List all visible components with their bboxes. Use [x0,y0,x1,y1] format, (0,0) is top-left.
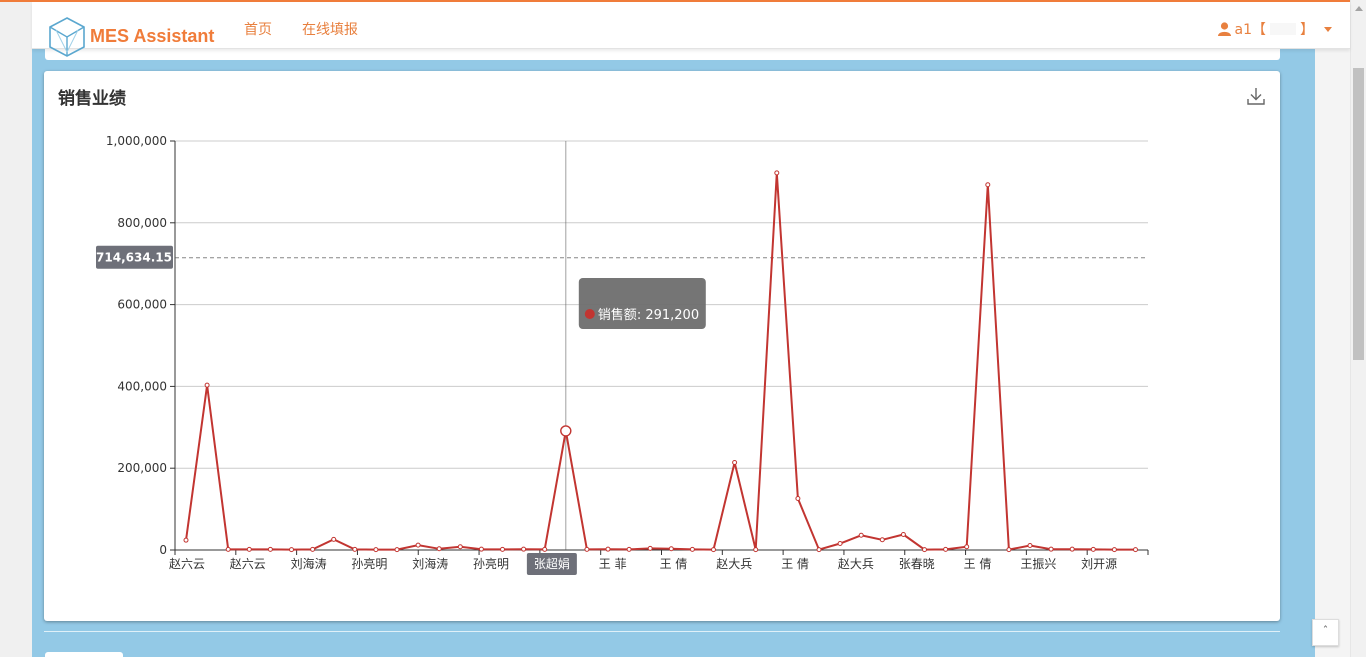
data-point[interactable] [816,547,822,553]
data-point[interactable] [732,459,738,465]
x-tick-label: 王 菲 [599,557,627,571]
x-tick-label: 赵六云 [169,557,205,571]
tooltip-series-marker [584,309,595,319]
data-point[interactable] [1111,547,1117,553]
y-axis-pointer-label: 714,634.15 [96,251,172,265]
data-point[interactable] [225,546,231,552]
series-line-sales [185,172,1136,551]
data-point[interactable] [457,544,463,550]
data-point[interactable] [774,170,780,176]
data-point[interactable] [647,545,653,551]
brand-name[interactable]: MES Assistant [90,26,214,47]
data-point[interactable] [478,546,484,552]
data-point[interactable] [711,547,716,553]
data-point[interactable] [584,546,590,552]
sales-line-chart[interactable]: 1,000,000800,000600,000400,000200,0000赵六… [44,71,1280,621]
download-icon[interactable] [1246,86,1266,106]
x-tick-label: 王 倩 [964,557,992,571]
data-point[interactable] [985,182,991,188]
data-point[interactable] [1027,543,1033,549]
scroll-up-arrow-icon[interactable] [1355,6,1363,11]
data-point[interactable] [943,546,949,552]
nav-link-home[interactable]: 首页 [244,19,272,39]
y-tick-label: 0 [159,543,167,557]
nav-link-online-report[interactable]: 在线填报 [302,19,358,39]
data-point[interactable] [542,546,548,552]
next-panel-top [45,652,123,657]
x-tick-label: 刘海涛 [412,556,448,571]
data-point[interactable] [837,540,843,546]
cube-logo-icon [49,17,85,57]
x-axis-pointer-label: 张超娟 [534,556,570,571]
user-name-masked [1270,23,1296,35]
previous-panel-bottom [45,49,1280,60]
x-tick-label: 赵大兵 [716,557,752,571]
data-point[interactable] [626,546,632,552]
y-tick-label: 200,000 [117,461,167,475]
x-tick-label: 刘海涛 [291,556,327,571]
y-tick-label: 1,000,000 [106,134,167,148]
data-point[interactable] [668,546,674,552]
data-point[interactable] [1006,547,1012,553]
tooltip-series-name: 销售额 [598,307,637,323]
y-tick-label: 800,000 [117,216,167,230]
page-scrollbar[interactable] [1350,0,1366,657]
data-point[interactable] [394,547,400,553]
data-point[interactable] [560,425,572,437]
data-point[interactable] [1069,546,1075,552]
data-point[interactable] [964,544,970,550]
scroll-thumb[interactable] [1353,68,1364,360]
tooltip-text: 销售额: 291,200 [598,307,699,323]
panel-title: 销售业绩 [58,89,126,109]
data-point[interactable] [922,547,927,553]
x-tick-label: 刘开源 [1081,557,1117,571]
data-point[interactable] [267,546,273,552]
data-point[interactable] [436,546,442,552]
x-tick-label: 王振兴 [1020,557,1056,571]
data-point[interactable] [753,547,759,553]
data-point[interactable] [1090,546,1096,552]
user-icon [1217,22,1231,36]
data-point[interactable] [373,547,379,553]
data-point[interactable] [1048,546,1054,552]
data-point[interactable] [1133,547,1138,553]
back-to-top-button[interactable]: ˆ [1312,619,1339,646]
x-tick-label: 孙亮明 [473,556,509,571]
user-name: a1【 [1234,22,1267,38]
x-tick-label: 王 倩 [781,557,809,571]
x-tick-label: 王 倩 [660,557,688,571]
x-tick-label: 孙亮明 [351,556,387,571]
x-tick-label: 赵大兵 [838,557,874,571]
user-name-suffix: 】 [1300,22,1314,38]
data-point[interactable] [331,536,337,542]
data-point[interactable] [246,546,252,552]
data-point[interactable] [204,382,210,388]
top-navbar: MES Assistant 首页 在线填报 a1【 】 [32,2,1350,57]
chevron-down-icon [1324,26,1332,32]
data-point[interactable] [900,531,906,537]
data-point[interactable] [310,546,316,552]
data-point[interactable] [289,547,294,553]
data-point[interactable] [415,542,421,548]
data-point[interactable] [879,537,885,543]
sales-performance-panel: 1,000,000 800,000 600,000 400,000 200,000 0 赵六… [44,71,1280,621]
tooltip-value: 291,200 [645,308,699,323]
x-tick-label: 赵六云 [230,557,266,571]
user-menu[interactable]: a1【 】 [1217,19,1332,39]
section-divider [44,631,1280,632]
x-tick-label: 张春晓 [899,557,935,571]
data-point[interactable] [795,495,801,501]
data-point[interactable] [521,546,527,552]
data-point[interactable] [605,546,611,552]
data-point[interactable] [858,532,864,538]
y-tick-label: 600,000 [117,298,167,312]
y-tick-label: 400,000 [117,379,167,393]
data-point[interactable] [500,546,505,552]
data-point[interactable] [352,546,358,552]
right-gutter [1315,49,1350,657]
data-point[interactable] [183,537,189,543]
data-point[interactable] [689,546,695,552]
